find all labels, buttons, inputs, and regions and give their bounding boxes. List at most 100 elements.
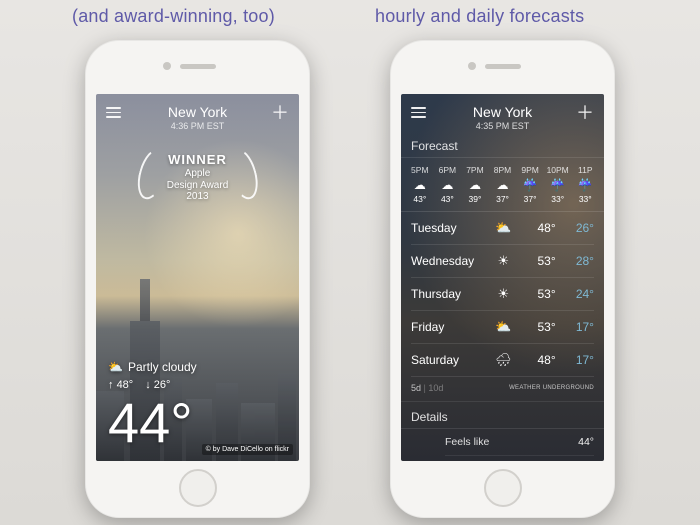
hourly-cell[interactable]: 6PM ☁ 43° — [435, 165, 461, 204]
day-high: 53° — [526, 287, 556, 301]
hour-time: 11P — [572, 165, 598, 175]
hour-time: 10PM — [545, 165, 571, 175]
menu-button[interactable] — [106, 104, 124, 118]
hourly-cell[interactable]: 5PM ☁ 43° — [407, 165, 433, 204]
condition-text: Partly cloudy — [128, 360, 197, 374]
day-high: 53° — [526, 320, 556, 334]
daily-row[interactable]: Thursday ☀ 53° 24° — [411, 278, 594, 311]
award-sub1: Apple — [167, 168, 229, 179]
hour-weather-icon: ☁ — [469, 178, 481, 192]
hour-temp: 37° — [517, 194, 543, 204]
range-10d-button[interactable]: 10d — [428, 383, 443, 393]
current-temp: 44° — [108, 395, 197, 451]
award-badge: WINNER Apple Design Award 2013 — [167, 152, 229, 202]
phone-camera — [163, 62, 171, 70]
laurel-left-icon — [132, 145, 171, 202]
location-block[interactable]: New York 4:36 PM EST — [124, 104, 271, 131]
location-block[interactable]: New York 4:35 PM EST — [429, 104, 576, 131]
hamburger-icon — [106, 104, 121, 118]
day-weather-icon: 🌧 — [491, 352, 515, 368]
day-name: Tuesday — [411, 221, 481, 235]
day-low: 24° — [566, 287, 594, 301]
day-name: Friday — [411, 320, 481, 334]
hour-temp: 43° — [407, 194, 433, 204]
day-weather-icon: ⛅ — [491, 220, 515, 236]
day-low: 17° — [566, 320, 594, 334]
hamburger-icon — [411, 104, 426, 118]
laurel-right-icon — [224, 145, 263, 202]
hour-time: 5PM — [407, 165, 433, 175]
phone-speaker — [485, 64, 521, 69]
day-high: 48° — [526, 221, 556, 235]
hourly-scroller[interactable]: 5PM☁43°6PM☁43°7PM☁39°8PM☁37°9PM☔37°10PM☔… — [401, 158, 604, 212]
details-header: Details — [401, 402, 604, 429]
award-year: 2013 — [167, 191, 229, 202]
hour-temp: 33° — [572, 194, 598, 204]
day-low: 28° — [566, 254, 594, 268]
day-weather-icon: ⛅ — [491, 319, 515, 335]
hour-temp: 37° — [490, 194, 516, 204]
hour-weather-icon: ☁ — [497, 178, 509, 192]
hourly-cell[interactable]: 11P ☔ 33° — [572, 165, 598, 204]
forecast-header: Forecast — [401, 131, 604, 158]
location-name: New York — [124, 104, 271, 120]
daily-forecast-list[interactable]: Tuesday ⛅ 48° 26° Wednesday ☀ 53° 28° Thursday ☀ 5… — [401, 212, 604, 377]
day-low: 26° — [566, 221, 594, 235]
hour-weather-icon: ☔ — [578, 178, 593, 192]
day-weather-icon: ☀ — [491, 253, 515, 269]
hourly-cell[interactable]: 9PM☔37° — [517, 165, 543, 204]
phone-frame-right: New York 4:35 PM EST ＋ Forecast 5PM☁43°6… — [390, 40, 615, 518]
hour-time: 7PM — [462, 165, 488, 175]
award-title: WINNER — [167, 152, 229, 167]
high-temp: ↑ 48° — [108, 379, 133, 391]
hour-time: 6PM — [435, 165, 461, 175]
home-button[interactable] — [179, 469, 217, 507]
day-weather-icon: ☀ — [491, 286, 515, 302]
location-time: 4:36 PM EST — [124, 121, 271, 131]
hour-temp: 43° — [435, 194, 461, 204]
phone-camera — [468, 62, 476, 70]
hour-temp: 39° — [462, 194, 488, 204]
hour-temp: 33° — [545, 194, 571, 204]
hour-time: 8PM — [490, 165, 516, 175]
low-temp: ↓ 26° — [145, 379, 170, 391]
hourly-cell[interactable]: 8PM ☁ 37° — [490, 165, 516, 204]
hour-weather-icon: ☔ — [523, 178, 538, 192]
add-location-button[interactable]: ＋ — [576, 104, 594, 122]
home-button[interactable] — [484, 469, 522, 507]
caption-left: (and award-winning, too) — [72, 6, 275, 27]
attribution-logo: WEATHER UNDERGROUND — [509, 385, 594, 391]
current-conditions[interactable]: ⛅ Partly cloudy ↑ 48° ↓ 26° 44° — [108, 360, 197, 451]
daily-row[interactable]: Wednesday ☀ 53° 28° — [411, 245, 594, 278]
phone-speaker — [180, 64, 216, 69]
hour-weather-icon: ☁ — [414, 178, 426, 192]
daily-row[interactable]: Tuesday ⛅ 48° 26° — [411, 212, 594, 245]
day-high: 53° — [526, 254, 556, 268]
detail-value: 44° — [578, 436, 594, 448]
location-name: New York — [429, 104, 576, 120]
location-time: 4:35 PM EST — [429, 121, 576, 131]
day-name: Wednesday — [411, 254, 481, 268]
range-5d-button[interactable]: 5d — [411, 383, 421, 393]
screen-main: New York 4:36 PM EST ＋ WINNER Apple Desi… — [96, 94, 299, 461]
hourly-cell[interactable]: 10PM ☔ 33° — [545, 165, 571, 204]
add-location-button[interactable]: ＋ — [271, 104, 289, 122]
range-toggle-row: 5d | 10d WEATHER UNDERGROUND — [401, 377, 604, 402]
hourly-cell[interactable]: 7PM ☁ 39° — [462, 165, 488, 204]
daily-row[interactable]: Saturday 🌧 48° 17° — [411, 344, 594, 377]
phone-frame-left: New York 4:36 PM EST ＋ WINNER Apple Desi… — [85, 40, 310, 518]
menu-button[interactable] — [411, 104, 429, 118]
day-low: 17° — [566, 353, 594, 367]
day-name: Saturday — [411, 353, 481, 367]
hour-weather-icon: ☔ — [550, 178, 565, 192]
details-panel[interactable]: ⛅ Feels like44°Humidity37%Visibility10 m… — [401, 429, 604, 461]
award-sub2: Design Award — [167, 180, 229, 191]
detail-label: Feels like — [445, 436, 578, 448]
partly-cloudy-icon: ⛅ — [108, 360, 123, 374]
detail-row: Feels like44° — [445, 429, 594, 456]
daily-row[interactable]: Friday ⛅ 53° 17° — [411, 311, 594, 344]
day-high: 48° — [526, 353, 556, 367]
day-name: Thursday — [411, 287, 481, 301]
hour-weather-icon: ☁ — [441, 178, 453, 192]
plus-icon: ＋ — [271, 103, 289, 123]
